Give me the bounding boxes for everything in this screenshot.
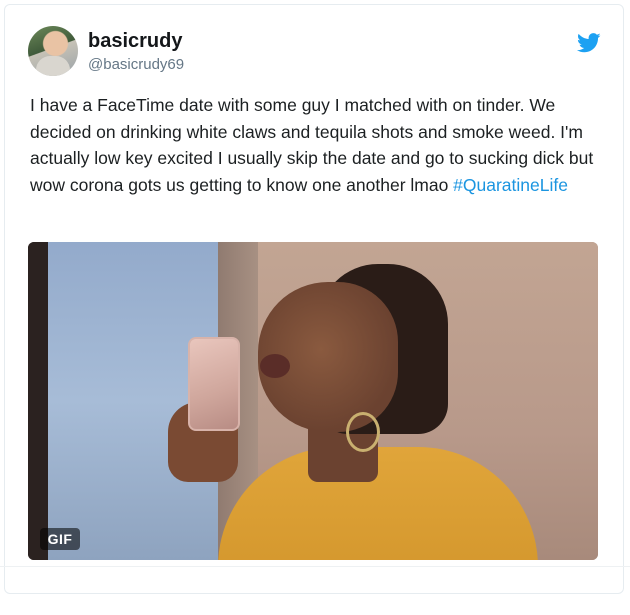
- avatar[interactable]: [28, 26, 78, 76]
- divider: [0, 566, 630, 567]
- gif-badge: GIF: [40, 528, 80, 550]
- twitter-bird-icon[interactable]: [577, 33, 601, 53]
- tweet-text: I have a FaceTime date with some guy I m…: [30, 92, 610, 198]
- phone-image: [188, 337, 240, 431]
- handle[interactable]: @basicrudy69: [88, 56, 184, 73]
- display-name[interactable]: basicrudy: [88, 30, 182, 53]
- gif-media[interactable]: GIF: [28, 242, 598, 560]
- hashtag-link[interactable]: #QuaratineLife: [453, 175, 568, 195]
